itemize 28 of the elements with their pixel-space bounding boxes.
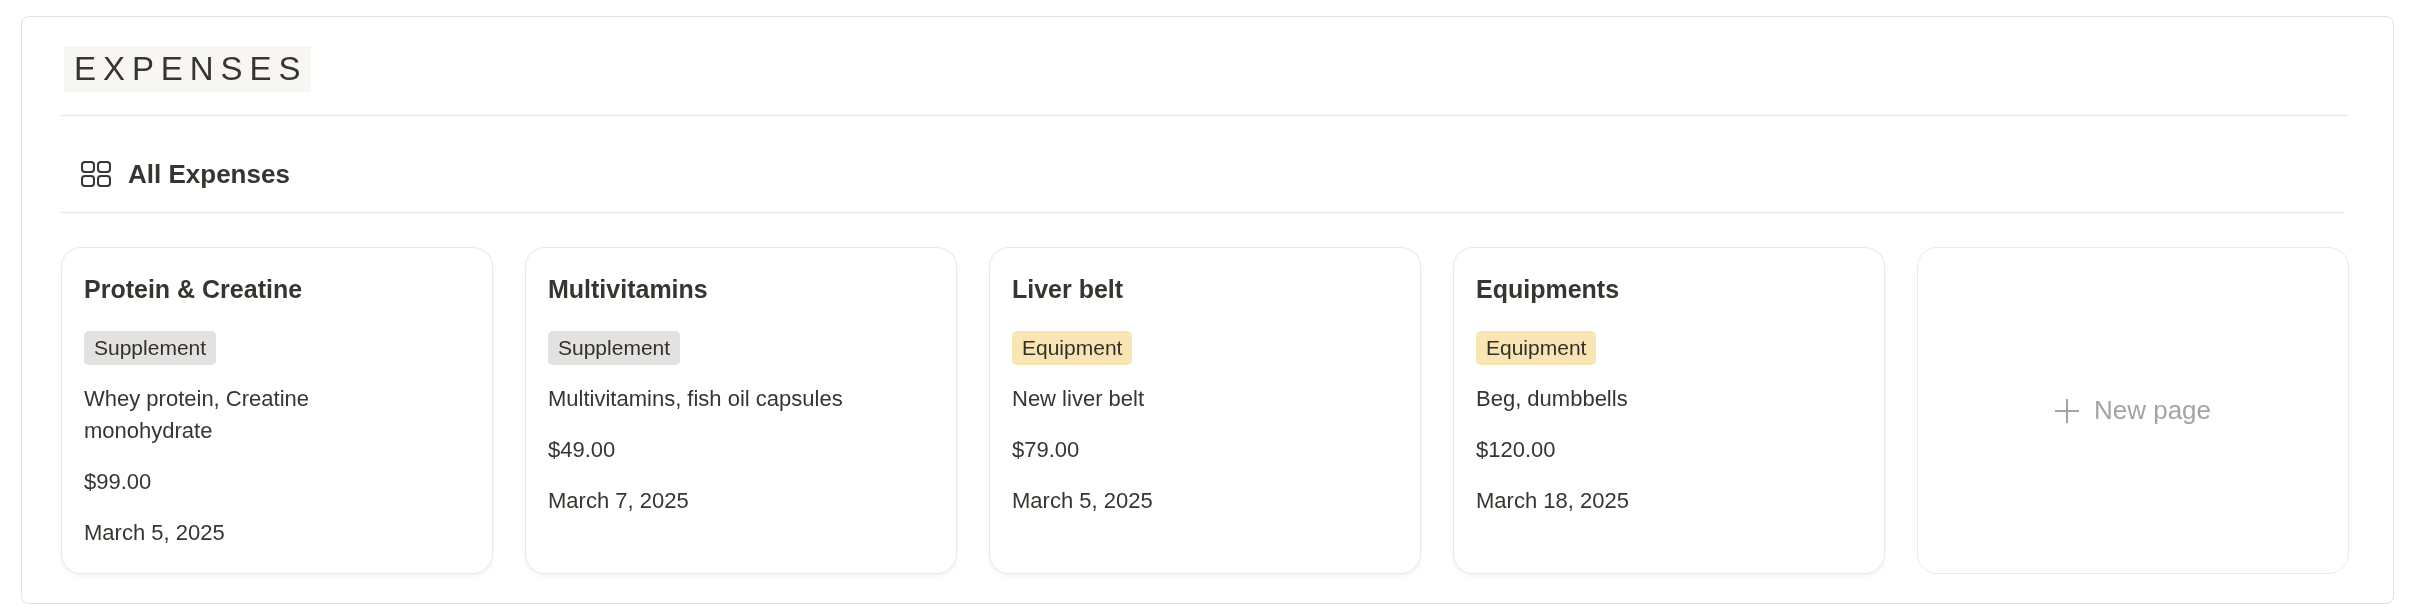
view-tab[interactable]: All Expenses [61, 157, 290, 191]
card-title: Equipments [1476, 274, 1620, 305]
description-text: Beg, dumbbells [1476, 384, 1628, 413]
card-title: Protein & Creatine [84, 274, 303, 305]
description-text: Multivitamins, fish oil capsules [548, 384, 843, 413]
gallery-card[interactable]: Equipments Equipment Beg, dumbbells $120.00 March 18, 2025 [1453, 247, 1885, 574]
category-tag: Supplement [84, 331, 217, 365]
category-tag: Equipment [1476, 331, 1597, 365]
grid-icon [81, 161, 111, 187]
price-text: $99.00 [84, 467, 152, 496]
card-title: Liver belt [1012, 274, 1124, 305]
price-text: $79.00 [1012, 435, 1080, 464]
description-text: New liver belt [1012, 384, 1145, 413]
price-text: $120.00 [1476, 435, 1556, 464]
gallery-card[interactable]: Multivitamins Supplement Multivitamins, fish oil capsules $49.00 March 7, 2025 [525, 247, 957, 574]
plus-icon [2054, 398, 2079, 423]
gallery-card[interactable]: Liver belt Equipment New liver belt $79.00 March 5, 2025 [989, 247, 1421, 574]
date-text: March 7, 2025 [548, 486, 689, 515]
category-tag: Supplement [548, 331, 681, 365]
gallery-card[interactable]: Protein & Creatine Supplement Whey protein, Creatine monohydrate $99.00 March 5, 2025 [61, 247, 493, 574]
description-text: Whey protein, Creatine monohydrate [84, 384, 310, 445]
price-text: $49.00 [548, 435, 616, 464]
date-text: March 18, 2025 [1476, 486, 1629, 515]
date-text: March 5, 2025 [84, 518, 225, 547]
card-title: Multivitamins [548, 274, 708, 305]
category-tag: Equipment [1012, 331, 1133, 365]
date-text: March 5, 2025 [1012, 486, 1153, 515]
page-title: EXPENSES [64, 46, 312, 92]
